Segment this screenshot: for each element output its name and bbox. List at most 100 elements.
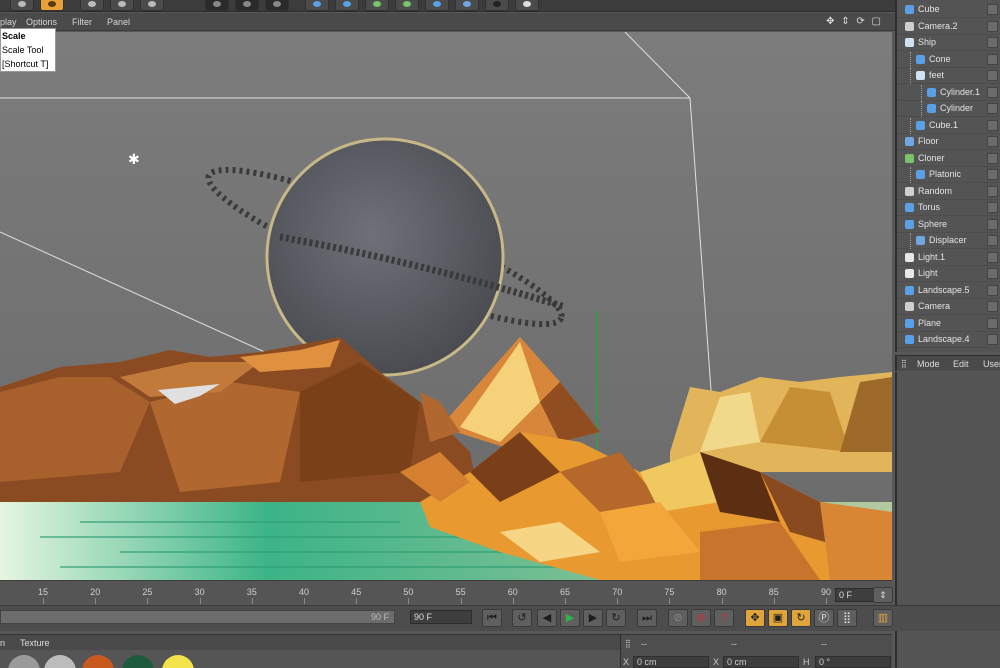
key-scale-icon[interactable]: ▣ — [768, 609, 788, 627]
visibility-toggle[interactable] — [987, 53, 998, 65]
motion-record-icon[interactable]: ⊘ — [668, 609, 688, 627]
y-axis-icon[interactable] — [140, 0, 164, 11]
rotate-icon[interactable] — [80, 0, 104, 11]
render-view-icon[interactable] — [205, 0, 229, 11]
object-row[interactable]: Light — [897, 266, 1000, 282]
undo-icon[interactable] — [10, 0, 34, 11]
move-tool-icon[interactable] — [40, 0, 64, 11]
menu-filter[interactable]: Filter — [72, 17, 92, 27]
go-to-end-icon[interactable]: ⏭ — [637, 609, 657, 627]
position-x-field[interactable]: 0 cm — [633, 656, 709, 668]
autokey-icon[interactable]: ? — [714, 609, 734, 627]
object-row[interactable]: Cone — [897, 51, 1000, 68]
object-row[interactable]: Plane — [897, 316, 1000, 332]
object-row[interactable]: Random — [897, 184, 1000, 200]
object-row[interactable]: Platonic — [897, 167, 1000, 183]
attr-menu-mode[interactable]: Mode — [917, 359, 940, 369]
visibility-toggle[interactable] — [987, 218, 998, 230]
end-frame-field[interactable]: 90 F — [410, 610, 472, 624]
camera-tool-icon[interactable] — [485, 0, 509, 11]
visibility-toggle[interactable] — [987, 202, 998, 213]
material-swatch[interactable] — [82, 655, 114, 668]
visibility-toggle[interactable] — [987, 4, 998, 15]
next-frame-icon[interactable]: ▶ — [583, 609, 603, 627]
visibility-toggle[interactable] — [987, 152, 998, 164]
material-swatch[interactable] — [162, 655, 194, 668]
timeline-settings-icon[interactable]: ▥ — [873, 609, 893, 627]
light-icon — [905, 269, 914, 278]
deformer-icon[interactable] — [425, 0, 449, 11]
nurbs-icon[interactable] — [365, 0, 389, 11]
rotation-h-field[interactable]: 0 ° — [815, 656, 891, 668]
object-row[interactable]: Camera — [897, 299, 1000, 315]
object-row[interactable]: Cloner — [897, 151, 1000, 167]
visibility-toggle[interactable] — [987, 317, 998, 329]
visibility-toggle[interactable] — [987, 136, 998, 147]
object-row[interactable]: Cylinder — [897, 101, 1000, 117]
visibility-toggle[interactable] — [987, 37, 998, 48]
visibility-toggle[interactable] — [987, 185, 998, 197]
timeline-ruler[interactable]: 15 20 25 30 35 40 45 50 55 60 65 70 75 80 85 90 — [0, 580, 892, 604]
object-row[interactable]: Cylinder.1 — [897, 84, 1000, 101]
object-row[interactable]: Light.1 — [897, 250, 1000, 266]
visibility-toggle[interactable] — [987, 119, 998, 131]
menu-options[interactable]: Options — [26, 17, 57, 27]
x-axis-icon[interactable] — [110, 0, 134, 11]
key-position-icon[interactable]: ✥ — [745, 609, 765, 627]
mat-menu-function[interactable]: n — [0, 638, 5, 648]
key-parameter-icon[interactable]: Ⓟ — [814, 609, 834, 627]
material-swatch[interactable] — [8, 655, 40, 668]
visibility-toggle[interactable] — [987, 70, 998, 81]
go-to-start-icon[interactable]: ⏮ — [482, 609, 502, 627]
object-row[interactable]: Floor — [897, 134, 1000, 150]
previous-key-icon[interactable]: ↺ — [512, 609, 532, 627]
visibility-toggle[interactable] — [987, 103, 998, 114]
key-rotation-icon[interactable]: ↻ — [791, 609, 811, 627]
render-icon[interactable] — [235, 0, 259, 11]
mograph-icon[interactable] — [395, 0, 419, 11]
attributes-grip-icon[interactable]: ⣿ — [901, 359, 907, 368]
visibility-toggle[interactable] — [987, 251, 998, 263]
object-row[interactable]: Ship — [897, 35, 1000, 51]
render-settings-icon[interactable] — [265, 0, 289, 11]
object-row[interactable]: Camera.2 — [897, 19, 1000, 35]
light-tool-icon[interactable] — [515, 0, 539, 11]
spline-icon[interactable] — [335, 0, 359, 11]
object-row[interactable]: Cube — [897, 2, 1000, 18]
object-row[interactable]: Landscape.5 — [897, 283, 1000, 299]
size-x-field[interactable]: 0 cm — [723, 656, 799, 668]
object-row[interactable]: Cube.1 — [897, 117, 1000, 134]
visibility-toggle[interactable] — [987, 301, 998, 312]
object-row[interactable]: Landscape.4 — [897, 332, 1000, 348]
object-row[interactable]: feet — [897, 68, 1000, 84]
frame-spinner-icon[interactable]: ⇕ — [873, 587, 893, 603]
mat-menu-texture[interactable]: Texture — [20, 638, 50, 648]
attr-menu-edit[interactable]: Edit — [953, 359, 969, 369]
visibility-toggle[interactable] — [987, 334, 998, 345]
play-icon[interactable]: ▶ — [560, 609, 580, 627]
key-pla-icon[interactable]: ⣿ — [837, 609, 857, 627]
viewport-navigation-icons[interactable]: ✥ ⇕ ⟳ ▢ — [826, 16, 883, 27]
object-row[interactable]: Displacer — [897, 233, 1000, 249]
menu-display[interactable]: play — [0, 17, 17, 27]
3d-viewport[interactable]: ✱ — [0, 32, 892, 580]
material-swatch[interactable] — [44, 655, 76, 668]
visibility-toggle[interactable] — [987, 20, 998, 32]
visibility-toggle[interactable] — [987, 284, 998, 296]
coordinates-grip-icon[interactable]: ⣿ — [625, 639, 631, 648]
object-row[interactable]: Sphere — [897, 217, 1000, 233]
previous-frame-icon[interactable]: ◀ — [537, 609, 557, 627]
visibility-toggle[interactable] — [987, 169, 998, 180]
visibility-toggle[interactable] — [987, 235, 998, 246]
object-row[interactable]: Torus — [897, 200, 1000, 216]
floor-tool-icon[interactable] — [455, 0, 479, 11]
visibility-toggle[interactable] — [987, 86, 998, 98]
record-keys-icon[interactable]: ⊛ — [691, 609, 711, 627]
attr-menu-user[interactable]: User — [983, 359, 1000, 369]
preview-range-slider[interactable]: 90 F — [0, 610, 395, 624]
next-key-icon[interactable]: ↻ — [606, 609, 626, 627]
menu-panel[interactable]: Panel — [107, 17, 130, 27]
material-swatch[interactable] — [122, 655, 154, 668]
visibility-toggle[interactable] — [987, 268, 998, 279]
cube-primitive-icon[interactable] — [305, 0, 329, 11]
